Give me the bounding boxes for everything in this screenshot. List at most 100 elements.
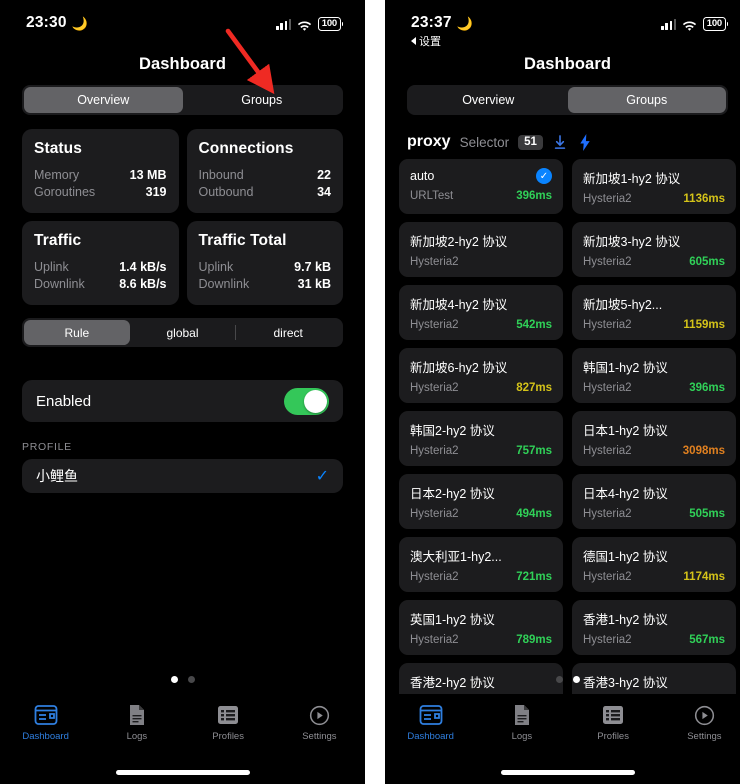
proxy-cell-bottom: Hysteria2 757ms	[410, 445, 552, 457]
proxy-cell[interactable]: 新加坡5-hy2... Hysteria2 1159ms	[572, 285, 736, 340]
proxy-group-count: 51	[518, 134, 543, 150]
enabled-label: Enabled	[36, 392, 92, 410]
proxy-cell[interactable]: 韩国1-hy2 协议 Hysteria2 396ms	[572, 348, 736, 403]
page-dot-1[interactable]	[170, 676, 178, 683]
proxy-cell[interactable]: 新加坡3-hy2 协议 Hysteria2 605ms	[572, 222, 736, 277]
proxy-latency: 721ms	[516, 571, 552, 583]
tabbar-label-dashboard: Dashboard	[22, 731, 69, 742]
tabbar-item-profiles[interactable]: Profiles	[183, 703, 274, 742]
page-title: Dashboard	[523, 55, 612, 73]
proxy-group-header: proxy Selector 51	[407, 133, 728, 151]
proxy-cell[interactable]: 新加坡6-hy2 协议 Hysteria2 827ms	[399, 348, 563, 403]
tab-overview[interactable]: Overview	[24, 87, 183, 113]
proxy-group-type: Selector	[459, 134, 510, 150]
proxy-cell-bottom: Hysteria2 605ms	[583, 256, 725, 268]
status-bar-right-group: 100	[276, 14, 343, 31]
page-dot-2[interactable]	[572, 676, 580, 683]
status-time: 23:37	[411, 14, 452, 31]
proxy-name: 日本4-hy2 协议	[583, 487, 668, 501]
battery-nub	[341, 22, 343, 26]
mode-global[interactable]: global	[130, 320, 236, 345]
profile-row[interactable]: 小鲤鱼 ✓	[22, 459, 343, 493]
connections-inbound-row: Inbound 22	[199, 167, 332, 184]
proxy-cell-bottom: Hysteria2 3098ms	[583, 445, 725, 457]
proxy-latency: 494ms	[516, 508, 552, 520]
battery-indicator: 100	[703, 17, 728, 31]
tabbar-label-dashboard: Dashboard	[407, 731, 454, 742]
view-segmented-control-2[interactable]: Overview Groups	[407, 85, 728, 115]
proxy-cell-bottom: URLTest 396ms	[410, 190, 552, 202]
mode-rule[interactable]: Rule	[24, 320, 130, 345]
battery-percent: 100	[318, 17, 341, 31]
proxy-cell-top: 英国1-hy2 协议	[410, 609, 552, 628]
tabbar-label-logs: Logs	[511, 731, 533, 742]
page-dot-2[interactable]	[187, 676, 195, 683]
tabbar-item-logs[interactable]: Logs	[476, 703, 567, 742]
lightning-bolt-icon[interactable]	[577, 133, 593, 151]
proxy-cell[interactable]: 日本2-hy2 协议 Hysteria2 494ms	[399, 474, 563, 529]
proxy-cell[interactable]: 日本4-hy2 协议 Hysteria2 505ms	[572, 474, 736, 529]
page-dot-1[interactable]	[555, 676, 563, 683]
tab-bar-right[interactable]: Dashboard Logs Profiles Settings	[385, 694, 740, 784]
mode-segmented-control[interactable]: Rule global direct	[22, 318, 343, 347]
proxy-cell[interactable]: 英国1-hy2 协议 Hysteria2 789ms	[399, 600, 563, 655]
tabbar-item-settings[interactable]: Settings	[659, 703, 740, 742]
back-to-app-link[interactable]: 设置	[411, 33, 473, 49]
proxy-cell-bottom: Hysteria2 721ms	[410, 571, 552, 583]
view-segmented-control[interactable]: Overview Groups	[22, 85, 343, 115]
proxy-cell-auto[interactable]: auto ✓ URLTest 396ms	[399, 159, 563, 214]
mode-direct[interactable]: direct	[235, 320, 341, 345]
proxy-cell[interactable]: 新加坡2-hy2 协议 Hysteria2	[399, 222, 563, 277]
tab-groups[interactable]: Groups	[183, 87, 342, 113]
status-bar-right-group-2: 100	[661, 14, 728, 31]
tab-overview[interactable]: Overview	[409, 87, 568, 113]
proxy-cell[interactable]: 韩国2-hy2 协议 Hysteria2 757ms	[399, 411, 563, 466]
tab-groups[interactable]: Groups	[567, 87, 726, 113]
proxy-protocol: Hysteria2	[410, 445, 459, 457]
enabled-row[interactable]: Enabled	[22, 380, 343, 422]
status-time-row-2: 23:37 🌙	[411, 14, 473, 32]
back-triangle-icon	[411, 37, 416, 45]
tabbar-item-profiles[interactable]: Profiles	[568, 703, 659, 742]
phone-right: 23:37 🌙 设置 100 Dashboard Overview Groups…	[385, 0, 740, 784]
tabbar-item-settings[interactable]: Settings	[274, 703, 365, 742]
proxy-cell-top: 日本2-hy2 协议	[410, 483, 552, 502]
traffic-total-uplink-value: 9.7 kB	[294, 260, 331, 274]
proxy-cell[interactable]: 香港1-hy2 协议 Hysteria2 567ms	[572, 600, 736, 655]
back-label: 设置	[419, 36, 441, 48]
connections-outbound-row: Outbound 34	[199, 184, 332, 201]
traffic-card-title: Traffic	[34, 232, 82, 249]
document-icon	[509, 703, 535, 727]
proxy-name: 新加坡4-hy2 协议	[410, 298, 508, 312]
proxy-latency: 396ms	[689, 382, 725, 394]
proxy-cell[interactable]: 新加坡1-hy2 协议 Hysteria2 1136ms	[572, 159, 736, 214]
proxy-cell[interactable]: 新加坡4-hy2 协议 Hysteria2 542ms	[399, 285, 563, 340]
proxy-cell-bottom: Hysteria2 494ms	[410, 508, 552, 520]
list-icon	[600, 703, 626, 727]
proxy-cell[interactable]: 澳大利亚1-hy2... Hysteria2 721ms	[399, 537, 563, 592]
tabbar-item-dashboard[interactable]: Dashboard	[0, 703, 91, 742]
proxy-cell[interactable]: 日本1-hy2 协议 Hysteria2 3098ms	[572, 411, 736, 466]
home-indicator	[115, 770, 250, 775]
tab-bar-left[interactable]: Dashboard Logs Profiles Settings	[0, 694, 365, 784]
proxy-latency: 1174ms	[683, 571, 725, 583]
proxy-cell-top: auto ✓	[410, 168, 552, 184]
traffic-downlink-value: 8.6 kB/s	[119, 277, 167, 291]
tabbar-item-logs[interactable]: Logs	[91, 703, 182, 742]
tabbar-item-dashboard[interactable]: Dashboard	[385, 703, 476, 742]
proxy-protocol: Hysteria2	[410, 571, 459, 583]
proxy-cell-bottom: Hysteria2 396ms	[583, 382, 725, 394]
page-indicator-left[interactable]	[0, 676, 365, 683]
status-goroutines-label: Goroutines	[34, 185, 96, 199]
download-arrow-icon[interactable]	[552, 133, 568, 151]
traffic-total-card-title: Traffic Total	[198, 232, 287, 249]
proxy-cell[interactable]: 德国1-hy2 协议 Hysteria2 1174ms	[572, 537, 736, 592]
proxy-cell-bottom: Hysteria2 1174ms	[583, 571, 725, 583]
proxy-name: 韩国2-hy2 协议	[410, 424, 495, 438]
proxy-protocol: Hysteria2	[410, 634, 459, 646]
tabbar-label-settings: Settings	[687, 731, 722, 742]
enabled-toggle[interactable]	[284, 387, 329, 415]
traffic-total-uplink-row: Uplink 9.7 kB	[199, 259, 332, 276]
page-indicator-right[interactable]	[385, 676, 740, 683]
traffic-total-downlink-value: 31 kB	[297, 277, 331, 291]
